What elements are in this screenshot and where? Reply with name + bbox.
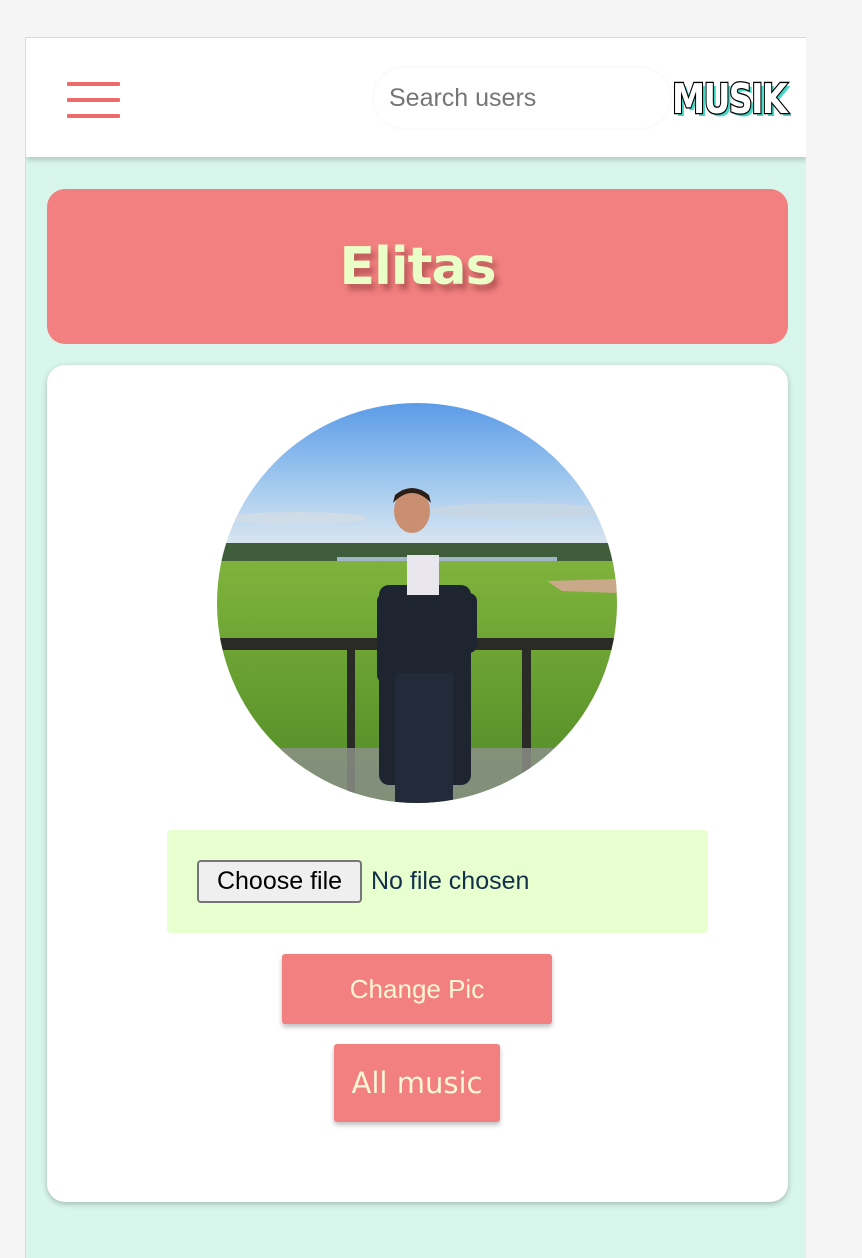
choose-file-button[interactable]: Choose file bbox=[197, 860, 362, 903]
username-heading: Elitas bbox=[339, 236, 496, 297]
app-frame: MUSIK MUSIK Elitas bbox=[25, 37, 806, 1258]
change-pic-button[interactable]: Change Pic bbox=[282, 954, 552, 1024]
musik-logo[interactable]: MUSIK MUSIK bbox=[671, 74, 793, 122]
profile-photo bbox=[217, 403, 617, 803]
all-music-button[interactable]: All music bbox=[334, 1044, 500, 1122]
file-upload-area: Choose file No file chosen bbox=[167, 830, 708, 933]
file-status-text: No file chosen bbox=[371, 867, 530, 895]
navbar: MUSIK MUSIK bbox=[26, 38, 806, 157]
profile-card: Choose file No file chosen Change Pic Al… bbox=[47, 365, 788, 1202]
svg-text:MUSIK: MUSIK bbox=[672, 75, 789, 122]
hamburger-menu-icon[interactable] bbox=[67, 82, 120, 119]
username-banner: Elitas bbox=[47, 189, 788, 344]
search-input[interactable] bbox=[374, 68, 670, 128]
